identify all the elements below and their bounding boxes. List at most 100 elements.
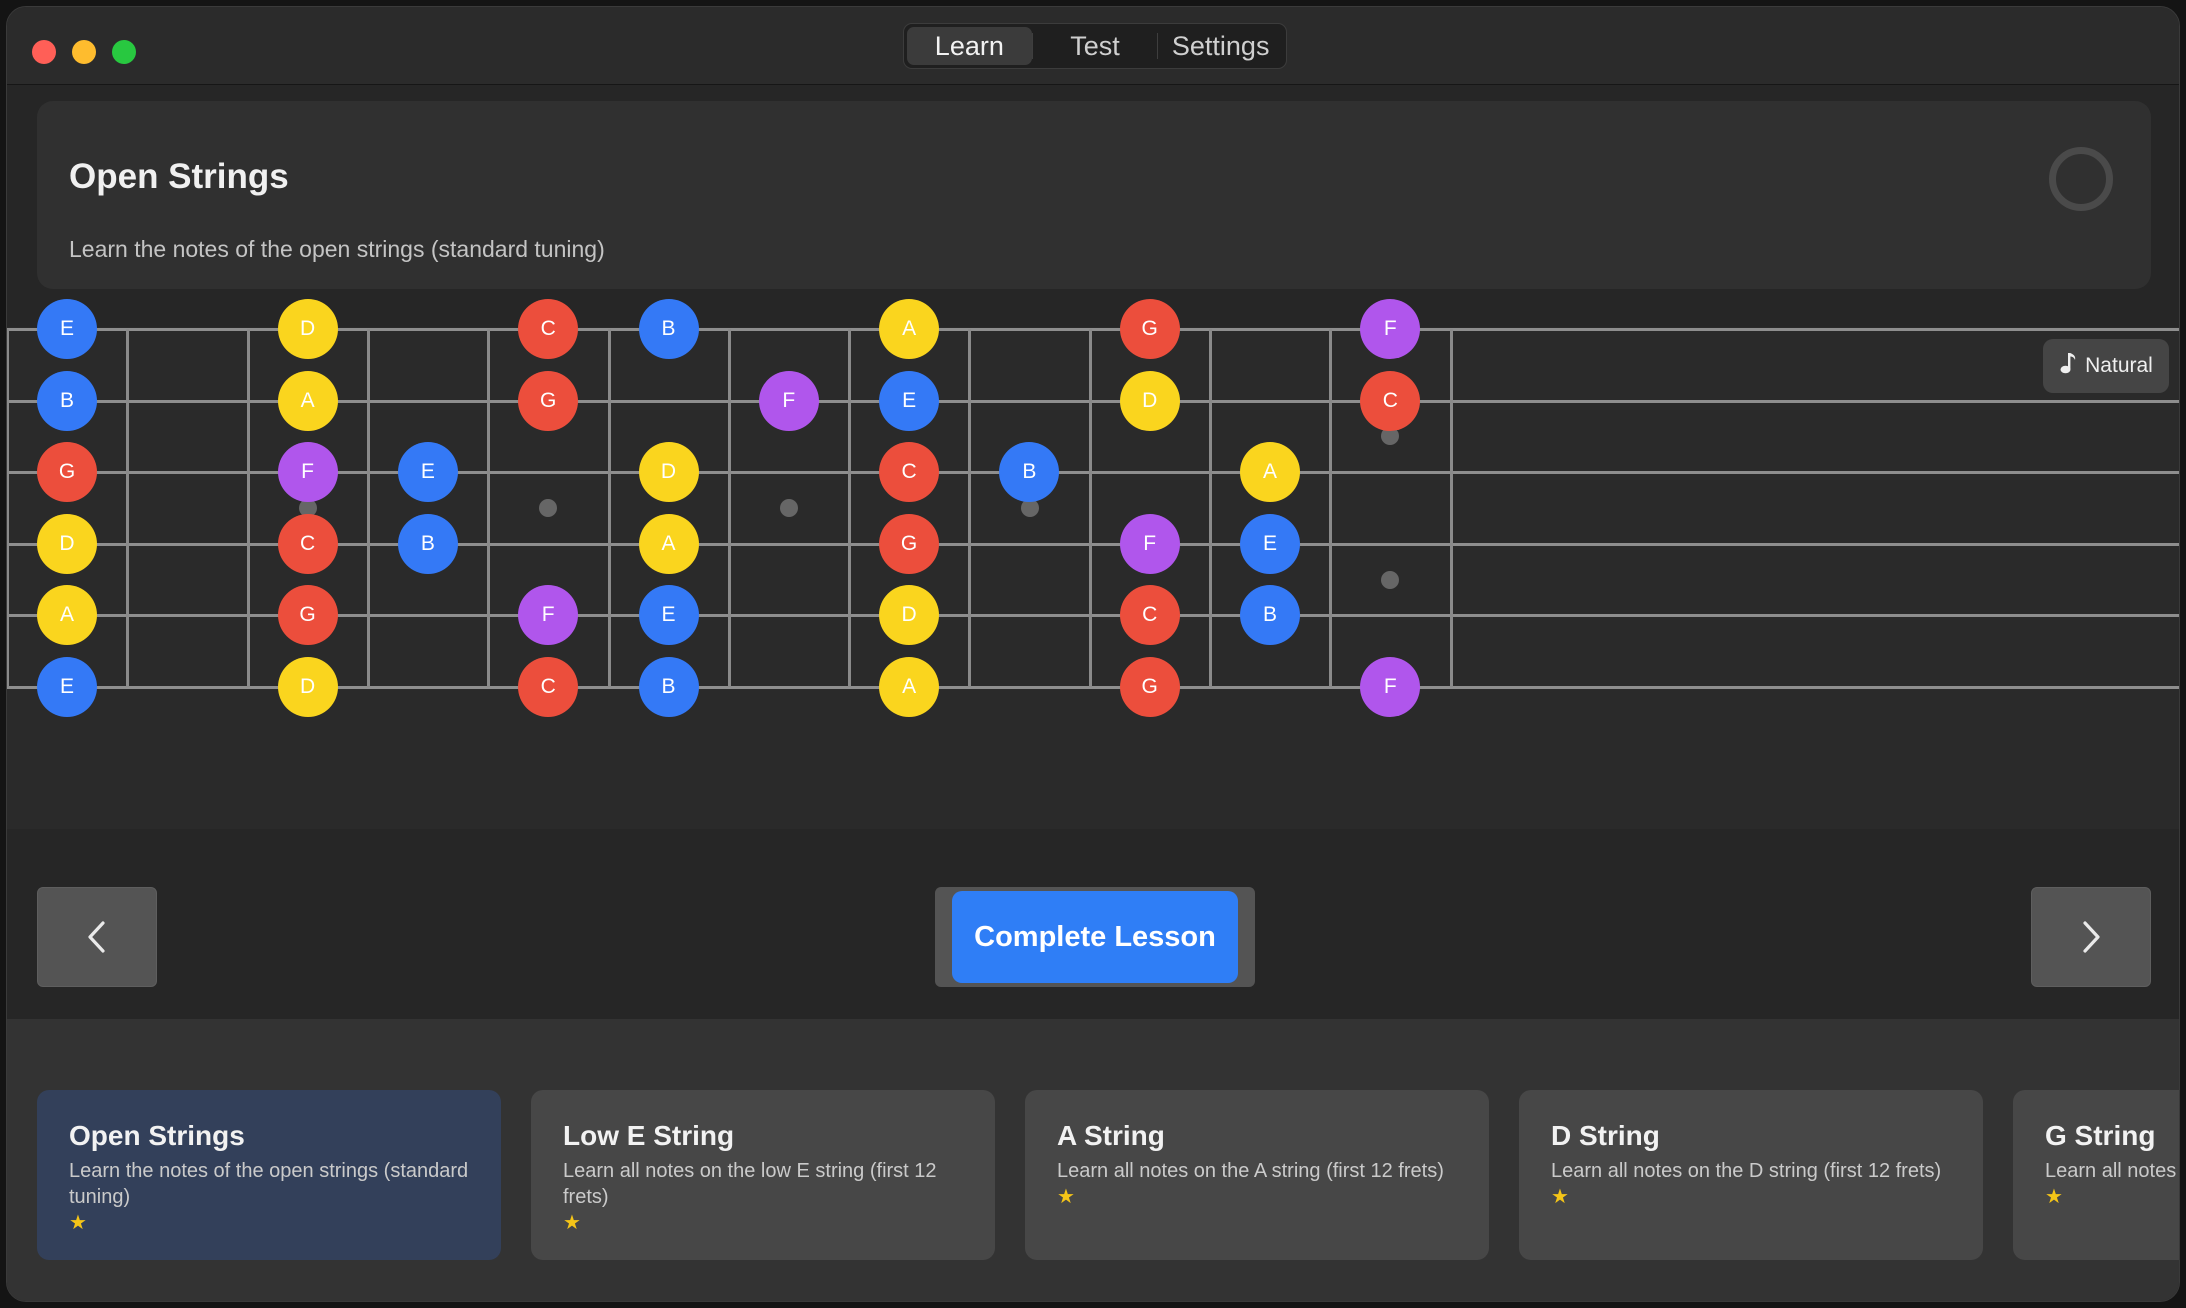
note-marker-a-fret-7[interactable]: D [879,585,940,646]
note-marker-high-e-fret-2[interactable]: D [277,299,338,359]
zoom-window-button[interactable] [112,40,136,64]
lesson-card-open-strings[interactable]: Open Strings Learn the notes of the open… [37,1090,501,1260]
note-marker-low-e-fret-9[interactable]: G [1119,657,1180,717]
note-marker-b-fret-4[interactable]: G [518,370,579,431]
note-marker-d-fret-5[interactable]: A [638,513,699,574]
lesson-card-title: A String [1057,1120,1165,1151]
note-marker-b-fret-11[interactable]: C [1360,370,1421,431]
note-marker-b-fret-6[interactable]: F [758,370,819,431]
previous-lesson-button[interactable] [37,887,157,987]
lesson-description: Learn the notes of the open strings (sta… [69,236,605,262]
lesson-card-title: D String [1551,1120,1660,1151]
complete-lesson-button[interactable]: Complete Lesson [952,891,1238,983]
app-window: Learn Test Settings Open Strings Learn t… [6,6,2180,1302]
lesson-card-description: Learn all notes on the G string (first 1… [2045,1160,2179,1182]
fret-inlay-dot [539,499,558,517]
note-marker-d-fret-0[interactable]: D [37,513,97,574]
star-icon: ★ [2045,1186,2063,1208]
note-marker-g-fret-0[interactable]: G [37,442,97,503]
fret-line [126,329,130,687]
lesson-card-title: Low E String [563,1120,735,1151]
current-lesson-card: Open Strings Learn the notes of the open… [37,101,2151,289]
note-marker-a-fret-0[interactable]: A [37,585,97,646]
note-marker-g-fret-7[interactable]: C [879,442,940,503]
note-marker-high-e-fret-11[interactable]: F [1360,299,1421,359]
note-marker-b-fret-0[interactable]: B [37,370,97,431]
natural-label: Natural [2085,354,2153,377]
minimize-window-button[interactable] [72,40,96,64]
mode-tabs: Learn Test Settings [903,23,1287,69]
note-marker-a-fret-5[interactable]: E [638,585,699,646]
lesson-card-title: Open Strings [69,1120,245,1151]
lesson-card-a-string[interactable]: A String Learn all notes on the A string… [1025,1090,1489,1260]
note-marker-high-e-fret-9[interactable]: G [1119,299,1180,359]
tab-settings[interactable]: Settings [1158,27,1283,65]
fretboard: EDCBAGFBAGFEDCGFEDCBADCBAGFEAGFEDCBEDCBA… [7,299,2179,831]
fret-line [1088,329,1092,687]
note-marker-a-fret-9[interactable]: C [1119,585,1180,646]
title-bar: Learn Test Settings [7,7,2179,85]
lesson-list: Open Strings Learn the notes of the open… [7,1019,2179,1301]
lesson-title: Open Strings [69,157,289,196]
note-marker-low-e-fret-0[interactable]: E [37,657,97,717]
chevron-left-icon [88,921,105,953]
lesson-card-description: Learn the notes of the open strings (sta… [69,1160,469,1208]
star-icon: ★ [1057,1186,1075,1208]
fret-line [968,329,972,687]
note-marker-low-e-fret-5[interactable]: B [638,657,699,717]
note-marker-d-fret-9[interactable]: F [1119,513,1180,574]
note-marker-low-e-fret-2[interactable]: D [277,657,338,717]
next-lesson-button[interactable] [2031,887,2151,987]
close-window-button[interactable] [32,40,56,64]
tab-learn[interactable]: Learn [907,27,1032,65]
note-marker-d-fret-3[interactable]: B [397,513,458,574]
lesson-card-description: Learn all notes on the A string (first 1… [1057,1160,1444,1182]
fret-line [607,329,611,687]
note-marker-a-fret-10[interactable]: B [1240,585,1300,646]
note-marker-low-e-fret-4[interactable]: C [518,657,579,717]
note-marker-a-fret-4[interactable]: F [518,585,579,646]
natural-toggle-button[interactable]: Natural [2043,339,2169,393]
lesson-card-description: Learn all notes on the low E string (fir… [563,1160,937,1208]
chevron-right-icon [2083,921,2100,953]
fret-inlay-dot [1381,570,1400,589]
fret-inlay-dot [779,499,798,517]
note-marker-d-fret-2[interactable]: C [277,513,338,574]
lesson-progress-ring [2049,147,2113,211]
note-marker-b-fret-7[interactable]: E [879,370,940,431]
lesson-card-g-string[interactable]: G String Learn all notes on the G string… [2013,1090,2179,1260]
note-marker-b-fret-9[interactable]: D [1119,370,1180,431]
fret-line [7,329,9,687]
fret-line [1449,329,1453,687]
complete-lesson-container: Complete Lesson [935,887,1255,987]
note-marker-high-e-fret-0[interactable]: E [37,299,97,359]
note-marker-a-fret-2[interactable]: G [277,585,338,646]
star-icon: ★ [1551,1186,1569,1208]
fret-line [727,329,731,687]
note-marker-g-fret-8[interactable]: B [999,442,1060,503]
note-marker-d-fret-7[interactable]: G [879,513,940,574]
fret-line [1329,329,1333,687]
note-marker-g-fret-3[interactable]: E [397,442,458,503]
tab-test[interactable]: Test [1033,27,1158,65]
note-marker-b-fret-2[interactable]: A [277,370,338,431]
note-marker-low-e-fret-11[interactable]: F [1360,657,1421,717]
music-note-icon [2059,351,2077,381]
fret-line [487,329,491,687]
note-marker-low-e-fret-7[interactable]: A [879,657,940,717]
fret-line [246,329,250,687]
lesson-card-title: G String [2045,1120,2156,1151]
lesson-card-low-e-string[interactable]: Low E String Learn all notes on the low … [531,1090,995,1260]
note-marker-high-e-fret-7[interactable]: A [879,299,940,359]
star-icon: ★ [563,1212,581,1234]
note-marker-g-fret-10[interactable]: A [1240,442,1300,503]
fret-line [366,329,370,687]
note-marker-g-fret-2[interactable]: F [277,442,338,503]
note-marker-high-e-fret-5[interactable]: B [638,299,699,359]
note-marker-d-fret-10[interactable]: E [1240,513,1300,574]
star-icon: ★ [69,1212,87,1234]
lesson-card-d-string[interactable]: D String Learn all notes on the D string… [1519,1090,1983,1260]
note-marker-g-fret-5[interactable]: D [638,442,699,503]
note-marker-high-e-fret-4[interactable]: C [518,299,579,359]
fret-line [848,329,852,687]
